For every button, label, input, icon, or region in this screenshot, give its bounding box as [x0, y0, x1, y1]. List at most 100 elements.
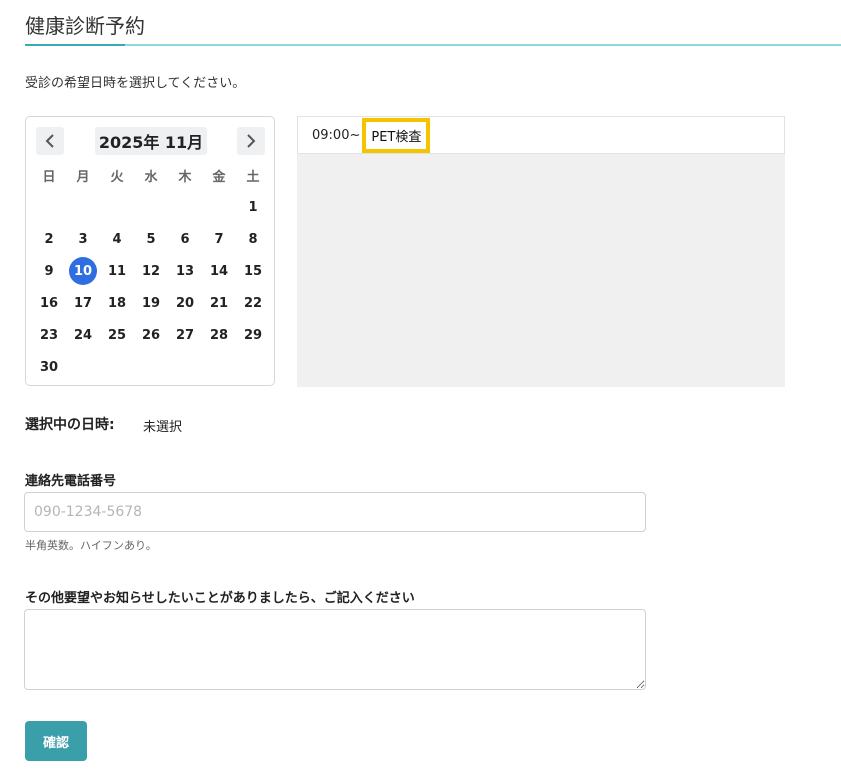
calendar-day[interactable]: 23 [32, 319, 66, 351]
calendar-day[interactable]: 18 [100, 287, 134, 319]
notes-textarea[interactable] [24, 609, 646, 690]
calendar-day-number: 27 [175, 327, 195, 343]
calendar-grid: 日月火水木金土 1 2 3 4 5 6 7 8 9 10 11 12 13 14 15 16 17 18 19 20 21… [32, 159, 270, 383]
calendar-day-number: 19 [141, 295, 161, 311]
calendar-day-number: 18 [107, 295, 127, 311]
calendar-empty-cell [32, 191, 66, 223]
calendar-day-number: 26 [141, 327, 161, 343]
slot-exam-name: PET検査 [362, 117, 431, 153]
calendar-empty-cell [168, 351, 202, 383]
title-underline [25, 44, 841, 46]
calendar-day[interactable]: 26 [134, 319, 168, 351]
calendar-day[interactable]: 17 [66, 287, 100, 319]
calendar-day[interactable]: 19 [134, 287, 168, 319]
calendar-day-number: 28 [209, 327, 229, 343]
calendar-day-number: 20 [175, 295, 195, 311]
calendar-day[interactable]: 21 [202, 287, 236, 319]
notes-label: その他要望やお知らせしたいことがありましたら、ご記入ください [25, 591, 415, 606]
calendar-empty-cell [202, 191, 236, 223]
calendar-day[interactable]: 9 [32, 255, 66, 287]
calendar-day-number: 11 [107, 263, 127, 279]
calendar-day[interactable]: 13 [168, 255, 202, 287]
calendar-day-number: 4 [112, 231, 122, 247]
calendar-day[interactable]: 7 [202, 223, 236, 255]
calendar-empty-cell [134, 191, 168, 223]
calendar-day[interactable]: 3 [66, 223, 100, 255]
phone-hint: 半角英数。ハイフンあり。 [25, 539, 157, 552]
weekday-header: 土 [246, 169, 260, 185]
page-title: 健康診断予約 [25, 14, 145, 38]
calendar-day-number: 7 [214, 231, 224, 247]
calendar-day-number: 13 [175, 263, 195, 279]
calendar-day-number: 8 [248, 231, 258, 247]
selected-datetime-label: 選択中の日時: [25, 417, 115, 433]
calendar-day-number: 29 [243, 327, 263, 343]
weekday-header: 金 [212, 169, 226, 185]
calendar-day-number: 10 [69, 257, 97, 285]
calendar-day[interactable]: 4 [100, 223, 134, 255]
month-label: 2025年 11月 [95, 127, 207, 155]
calendar-empty-cell [168, 191, 202, 223]
calendar-empty-cell [134, 351, 168, 383]
calendar-day-number: 16 [39, 295, 59, 311]
calendar-day[interactable]: 1 [236, 191, 270, 223]
calendar-day[interactable]: 25 [100, 319, 134, 351]
instruction-text: 受診の希望日時を選択してください。 [25, 76, 246, 91]
calendar-empty-cell [202, 351, 236, 383]
calendar-day[interactable]: 29 [236, 319, 270, 351]
calendar-day-number: 30 [39, 359, 59, 375]
calendar-empty-cell [66, 351, 100, 383]
calendar-day[interactable]: 28 [202, 319, 236, 351]
calendar-day-number: 12 [141, 263, 161, 279]
calendar-day-selected[interactable]: 10 [66, 255, 100, 287]
calendar-day-number: 6 [180, 231, 190, 247]
time-slot-panel: 09:00~ PET検査 [297, 116, 785, 387]
calendar-day[interactable]: 30 [32, 351, 66, 383]
calendar-day[interactable]: 6 [168, 223, 202, 255]
calendar-day-number: 5 [146, 231, 156, 247]
calendar-day-number: 1 [248, 199, 258, 215]
title-underline-accent [25, 44, 125, 46]
calendar-day-number: 3 [78, 231, 88, 247]
calendar-day-number: 17 [73, 295, 93, 311]
chevron-right-icon [247, 134, 256, 148]
calendar: 2025年 11月 日月火水木金土 1 2 3 4 5 6 7 8 9 10 11 12 13 14 15 16… [25, 116, 275, 386]
weekday-header: 日 [42, 169, 56, 185]
prev-month-button[interactable] [36, 127, 64, 155]
calendar-day-number: 22 [243, 295, 263, 311]
calendar-day[interactable]: 5 [134, 223, 168, 255]
calendar-day-number: 24 [73, 327, 93, 343]
confirm-button[interactable]: 確認 [25, 721, 87, 761]
calendar-day-number: 25 [107, 327, 127, 343]
next-month-button[interactable] [237, 127, 265, 155]
calendar-day[interactable]: 12 [134, 255, 168, 287]
calendar-day[interactable]: 24 [66, 319, 100, 351]
calendar-day[interactable]: 22 [236, 287, 270, 319]
selected-datetime-value: 未選択 [143, 420, 183, 435]
weekday-header: 月 [76, 169, 90, 185]
weekday-header: 水 [144, 169, 158, 185]
calendar-day-number: 14 [209, 263, 229, 279]
calendar-day[interactable]: 11 [100, 255, 134, 287]
time-slot[interactable]: 09:00~ PET検査 [297, 116, 785, 154]
calendar-day-number: 23 [39, 327, 59, 343]
calendar-empty-cell [100, 191, 134, 223]
calendar-day[interactable]: 20 [168, 287, 202, 319]
calendar-day[interactable]: 14 [202, 255, 236, 287]
phone-input[interactable] [24, 492, 646, 532]
weekday-header: 木 [178, 169, 192, 185]
calendar-day[interactable]: 8 [236, 223, 270, 255]
calendar-day-number: 9 [44, 263, 54, 279]
calendar-empty-cell [236, 351, 270, 383]
calendar-day-number: 2 [44, 231, 54, 247]
calendar-day[interactable]: 16 [32, 287, 66, 319]
calendar-day[interactable]: 2 [32, 223, 66, 255]
calendar-day[interactable]: 27 [168, 319, 202, 351]
weekday-header: 火 [110, 169, 124, 185]
calendar-empty-cell [100, 351, 134, 383]
phone-label: 連絡先電話番号 [25, 474, 117, 489]
calendar-day-number: 21 [209, 295, 229, 311]
calendar-day-number: 15 [243, 263, 263, 279]
calendar-day[interactable]: 15 [236, 255, 270, 287]
chevron-left-icon [45, 134, 54, 148]
